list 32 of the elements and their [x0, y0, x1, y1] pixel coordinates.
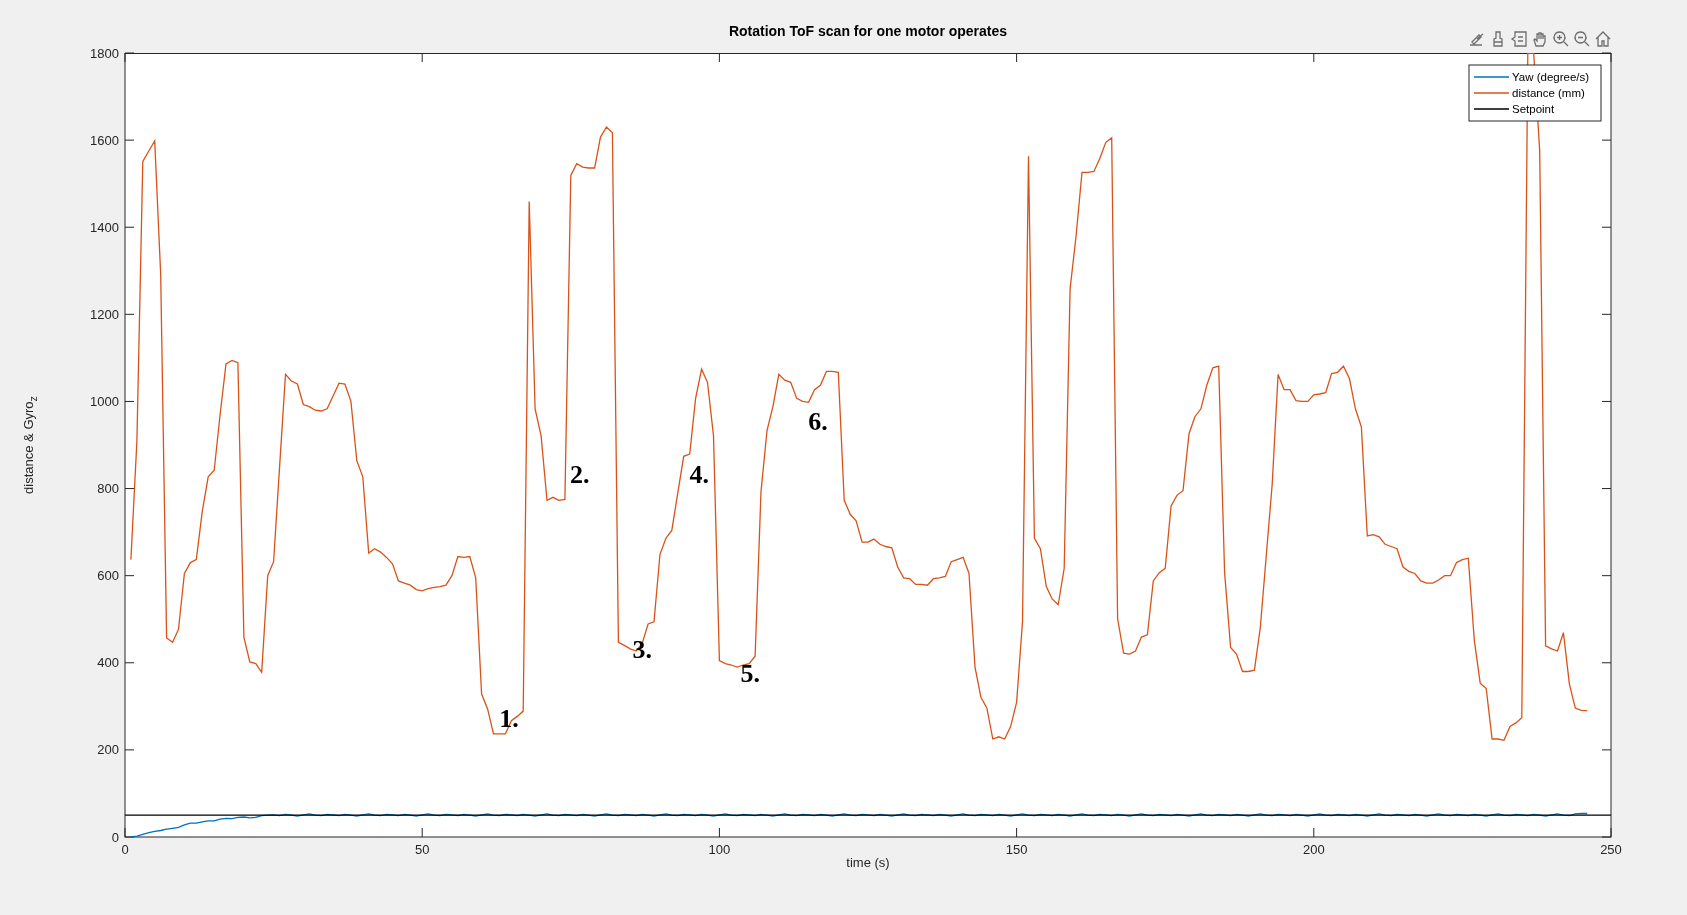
zoom-in-icon[interactable]: [1552, 30, 1570, 48]
tick-label: 50: [414, 842, 430, 857]
tick-label: 1400: [90, 219, 119, 235]
tick-label: 100: [708, 842, 731, 857]
annotation-label: 1.: [499, 704, 519, 734]
tick-label: 1800: [90, 45, 119, 61]
axis-label: time (s): [846, 855, 890, 870]
tick-label: 0: [121, 842, 129, 857]
annotation-label: 3.: [632, 635, 652, 665]
annotation-label: 6.: [808, 407, 828, 437]
tick-label: 0: [111, 829, 119, 845]
legend-label: Yaw (degree/s): [1512, 71, 1590, 83]
data-tip-icon[interactable]: [1510, 30, 1528, 48]
tick-label: 800: [97, 481, 119, 497]
annotation-label: 4.: [689, 460, 709, 490]
tick-label: 600: [97, 568, 119, 584]
legend-label: distance (mm): [1512, 87, 1585, 99]
annotation-label: 5.: [740, 659, 761, 689]
chart-title: Rotation ToF scan for one motor operates: [728, 23, 1008, 41]
tick-label: 1600: [90, 132, 119, 148]
hand-icon[interactable]: [1531, 30, 1549, 48]
legend-label: Setpoint: [1512, 103, 1555, 115]
tick-label: 150: [1005, 842, 1028, 857]
tick-label: 1200: [90, 306, 119, 322]
home-icon[interactable]: [1594, 30, 1612, 48]
annotation-label: 2.: [569, 460, 590, 490]
zoom-out-icon[interactable]: [1573, 30, 1591, 48]
tick-label: 250: [1600, 842, 1622, 857]
tick-label: 400: [97, 655, 119, 671]
tick-label: 200: [1302, 842, 1325, 857]
tick-label: 1000: [90, 393, 119, 409]
tick-label: 200: [97, 742, 119, 758]
